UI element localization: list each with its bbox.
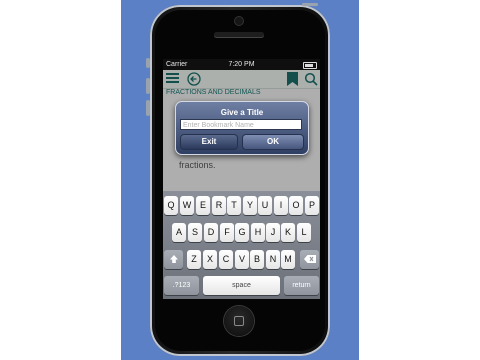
battery-icon bbox=[303, 62, 317, 69]
key-m[interactable]: M bbox=[281, 250, 295, 269]
key-p[interactable]: P bbox=[305, 196, 319, 215]
key-w[interactable]: W bbox=[180, 196, 194, 215]
clock: 7:20 PM bbox=[228, 61, 255, 68]
shift-icon bbox=[169, 255, 178, 263]
home-square-icon bbox=[234, 316, 244, 326]
volume-down-button bbox=[146, 100, 150, 116]
space-key[interactable]: space bbox=[203, 276, 280, 295]
key-d[interactable]: D bbox=[204, 223, 218, 242]
key-r[interactable]: R bbox=[212, 196, 226, 215]
key-i[interactable]: I bbox=[274, 196, 288, 215]
bookmark-name-input[interactable]: Enter Bookmark Name bbox=[180, 119, 302, 130]
volume-up-button bbox=[146, 78, 150, 94]
earpiece-speaker bbox=[214, 32, 264, 37]
key-u[interactable]: U bbox=[258, 196, 272, 215]
key-q[interactable]: Q bbox=[164, 196, 178, 215]
key-f[interactable]: F bbox=[220, 223, 234, 242]
key-g[interactable]: G bbox=[235, 223, 249, 242]
key-y[interactable]: Y bbox=[243, 196, 257, 215]
key-n[interactable]: N bbox=[266, 250, 280, 269]
key-z[interactable]: Z bbox=[187, 250, 201, 269]
key-c[interactable]: C bbox=[219, 250, 233, 269]
home-button[interactable] bbox=[224, 306, 254, 336]
app-screen: Carrier 7:20 PM FRACTIONS AND DECIMALS f… bbox=[163, 59, 320, 299]
key-b[interactable]: B bbox=[250, 250, 264, 269]
shift-key[interactable] bbox=[164, 250, 183, 269]
key-l[interactable]: L bbox=[297, 223, 311, 242]
key-s[interactable]: S bbox=[188, 223, 202, 242]
dialog-title: Give a Title bbox=[220, 108, 264, 117]
key-j[interactable]: J bbox=[266, 223, 280, 242]
delete-icon bbox=[303, 255, 316, 263]
exit-button[interactable]: Exit bbox=[180, 134, 238, 150]
key-e[interactable]: E bbox=[196, 196, 210, 215]
status-bar: Carrier 7:20 PM bbox=[163, 59, 320, 70]
key-k[interactable]: K bbox=[281, 223, 295, 242]
delete-key[interactable] bbox=[300, 250, 319, 269]
numbers-key[interactable]: .?123 bbox=[164, 276, 199, 295]
bookmark-title-dialog: Give a Title Enter Bookmark Name Exit OK bbox=[175, 101, 309, 155]
key-t[interactable]: T bbox=[227, 196, 241, 215]
key-a[interactable]: A bbox=[172, 223, 186, 242]
onscreen-keyboard: Q W E R T Y U I O P A S D F G H J K L Z … bbox=[163, 191, 320, 299]
mute-switch bbox=[146, 58, 150, 68]
return-key[interactable]: return bbox=[284, 276, 319, 295]
front-camera bbox=[235, 17, 243, 25]
key-x[interactable]: X bbox=[203, 250, 217, 269]
key-o[interactable]: O bbox=[289, 196, 303, 215]
power-button bbox=[302, 3, 318, 6]
ok-button[interactable]: OK bbox=[242, 134, 304, 150]
key-v[interactable]: V bbox=[235, 250, 249, 269]
key-h[interactable]: H bbox=[251, 223, 265, 242]
